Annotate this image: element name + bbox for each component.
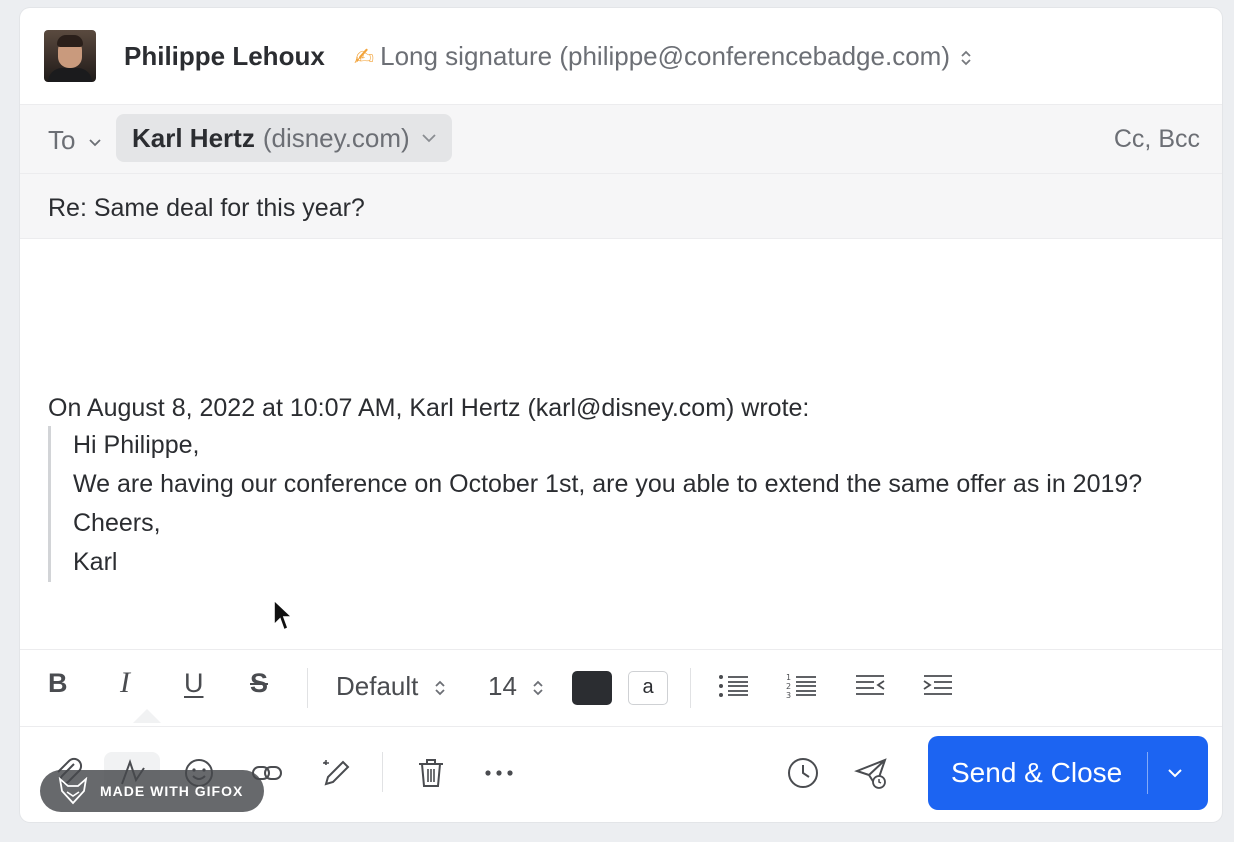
up-down-chevron-icon — [434, 680, 445, 696]
signature-label: Long signature (philippe@conferencebadge… — [380, 41, 950, 71]
cc-bcc-link[interactable]: Cc, Bcc — [1114, 125, 1200, 154]
font-size-value: 14 — [488, 671, 517, 701]
signature-pen-icon: ✍ — [354, 44, 375, 71]
quote-line: We are having our conference on October … — [73, 470, 1143, 498]
outdent-icon[interactable] — [854, 672, 886, 700]
underline-button[interactable]: U — [184, 668, 204, 699]
sender-name: Philippe Lehoux — [124, 41, 325, 71]
send-button-label: Send & Close — [951, 757, 1123, 788]
highlight-color-button[interactable]: a — [628, 671, 668, 705]
to-dropdown[interactable]: To — [48, 125, 101, 156]
numbered-list-icon[interactable]: 1 2 3 — [786, 672, 818, 700]
recipient-chip[interactable]: Karl Hertz (disney.com) — [116, 114, 452, 162]
toolbar-divider — [382, 752, 383, 792]
svg-text:2: 2 — [786, 682, 791, 691]
compose-window: Philippe Lehoux ✍ Long signature (philipp… — [20, 8, 1222, 822]
to-row: To Karl Hertz (disney.com) Cc, Bcc — [20, 105, 1222, 174]
text-color-button[interactable] — [572, 671, 612, 705]
quote-line: Hi Philippe, — [73, 431, 200, 459]
quoted-message: Hi Philippe, We are having our conferenc… — [48, 426, 1213, 582]
pencil-sparkle-icon[interactable] — [320, 756, 354, 790]
gifox-watermark: MADE WITH GIFOX — [40, 770, 264, 812]
subject-row: Re: Same deal for this year? — [20, 174, 1222, 239]
mouse-cursor-icon — [273, 598, 295, 632]
font-family-select[interactable]: Default — [336, 671, 446, 702]
quote-line: Karl — [73, 548, 118, 576]
strikethrough-button[interactable]: S — [250, 668, 268, 699]
from-row: Philippe Lehoux ✍ Long signature (philipp… — [20, 8, 1222, 105]
italic-button[interactable]: I — [120, 666, 130, 700]
toolbar-divider — [307, 668, 308, 708]
action-toolbar: Send & Close MADE WITH GIFOX — [20, 726, 1222, 822]
quote-line: Cheers, — [73, 509, 161, 537]
message-body[interactable]: On August 8, 2022 at 10:07 AM, Karl Hert… — [20, 239, 1222, 649]
up-down-chevron-icon — [533, 680, 543, 696]
chevron-down-icon — [422, 130, 436, 146]
toolbar-divider — [690, 668, 691, 708]
font-size-select[interactable]: 14 — [488, 671, 544, 702]
signature-selector[interactable]: ✍ Long signature (philippe@conferencebadg… — [354, 41, 972, 72]
chevron-down-icon — [89, 134, 101, 150]
to-label: To — [48, 125, 76, 155]
recipient-domain: (disney.com) — [262, 122, 410, 153]
svg-text:1: 1 — [786, 673, 791, 682]
recipient-name: Karl Hertz — [132, 122, 255, 153]
fox-logo-icon — [58, 777, 88, 805]
font-family-value: Default — [336, 671, 419, 701]
tooltip-pointer — [133, 709, 161, 723]
watermark-text: MADE WITH GIFOX — [100, 783, 244, 799]
svg-text:3: 3 — [786, 691, 791, 700]
send-later-icon[interactable] — [854, 756, 888, 790]
bold-button[interactable]: B — [48, 668, 68, 699]
indent-icon[interactable] — [922, 672, 954, 700]
quote-header: On August 8, 2022 at 10:07 AM, Karl Hert… — [48, 394, 810, 422]
avatar — [44, 30, 96, 82]
more-options-icon[interactable] — [482, 756, 516, 790]
send-options-chevron-icon[interactable] — [1148, 736, 1202, 810]
clock-icon[interactable] — [786, 756, 820, 790]
format-toolbar: B I U S Default 14 a 1 2 3 — [20, 649, 1222, 727]
trash-icon[interactable] — [414, 756, 448, 790]
up-down-chevron-icon — [960, 48, 972, 69]
send-and-close-button[interactable]: Send & Close — [928, 736, 1208, 810]
subject-field[interactable]: Re: Same deal for this year? — [48, 194, 365, 223]
bullet-list-icon[interactable] — [718, 672, 750, 700]
